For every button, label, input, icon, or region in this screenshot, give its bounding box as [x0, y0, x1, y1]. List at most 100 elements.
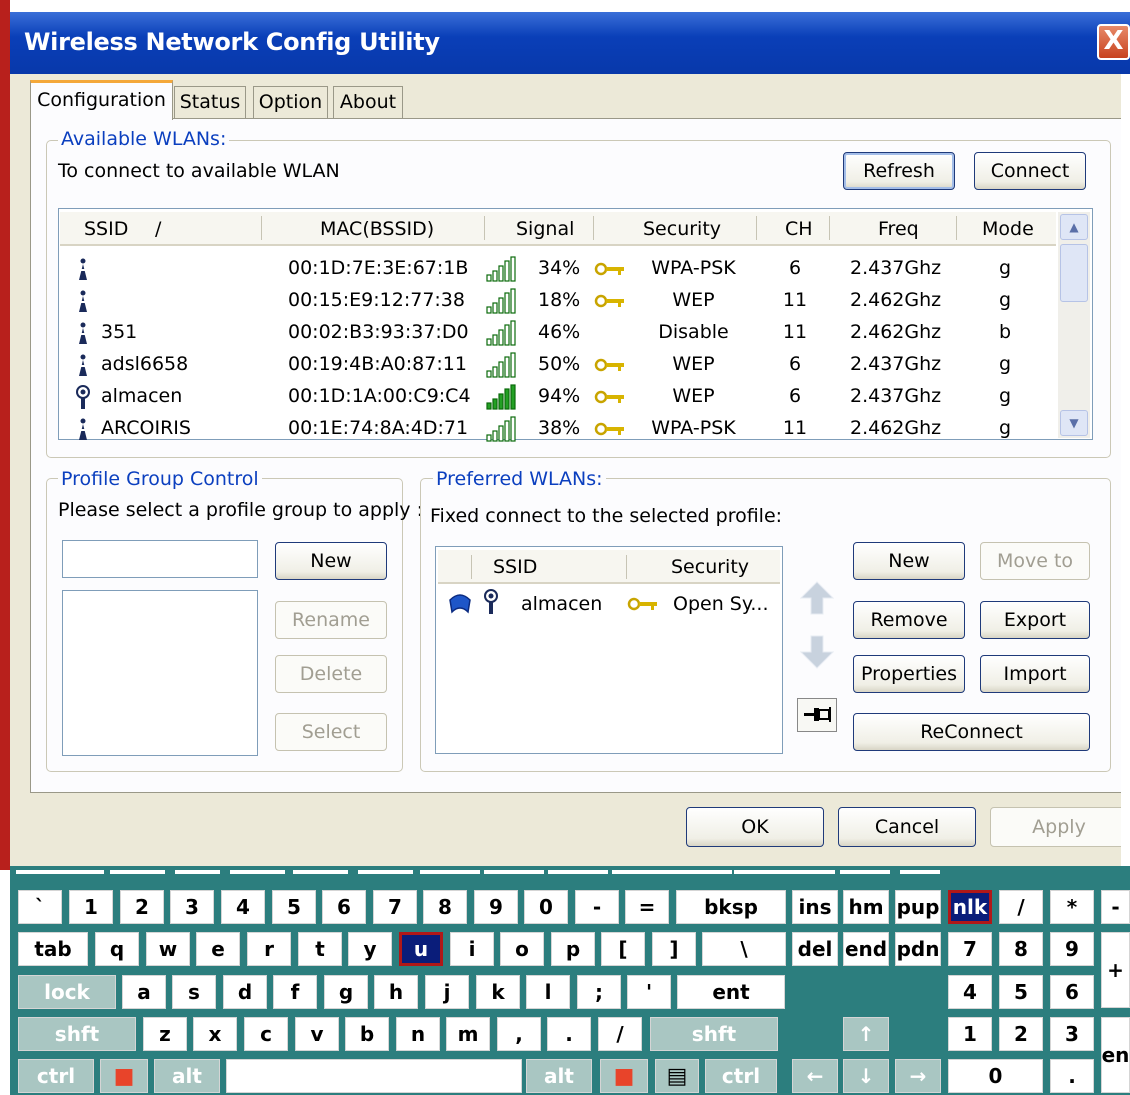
key-k[interactable]: k: [476, 975, 520, 1009]
key-,[interactable]: ,: [497, 1017, 541, 1051]
pref-col-security[interactable]: Security: [671, 556, 749, 578]
key-/[interactable]: /: [598, 1017, 642, 1051]
key-num-5[interactable]: 5: [999, 975, 1043, 1009]
key-v[interactable]: v: [295, 1017, 339, 1051]
key-left-alt[interactable]: alt: [154, 1059, 220, 1093]
pin-button[interactable]: [797, 698, 837, 732]
key--[interactable]: -: [575, 890, 619, 924]
pref-col-ssid[interactable]: SSID: [493, 556, 537, 578]
scroll-thumb[interactable]: [1060, 244, 1088, 302]
key-`[interactable]: `: [18, 890, 62, 924]
key-ins[interactable]: ins: [792, 890, 838, 924]
key-num-2[interactable]: 2: [999, 1017, 1043, 1051]
key-.[interactable]: .: [547, 1017, 591, 1051]
key-num-lock[interactable]: nlk: [948, 890, 992, 924]
key-arrow-right[interactable]: →: [895, 1059, 941, 1093]
tab-configuration[interactable]: Configuration: [30, 80, 173, 120]
key-2[interactable]: 2: [120, 890, 164, 924]
key-left-ctrl[interactable]: ctrl: [18, 1059, 94, 1093]
key-num-divide[interactable]: /: [999, 890, 1043, 924]
key-7[interactable]: 7: [373, 890, 417, 924]
key-r[interactable]: r: [247, 932, 291, 966]
cancel-button[interactable]: Cancel: [838, 807, 976, 847]
key-6[interactable]: 6: [322, 890, 366, 924]
key-f[interactable]: f: [273, 975, 317, 1009]
profile-group-list[interactable]: [62, 590, 258, 756]
key-z[interactable]: z: [143, 1017, 187, 1051]
key-num-0[interactable]: 0: [948, 1059, 1043, 1093]
key-'[interactable]: ': [627, 975, 671, 1009]
windows-key[interactable]: ■: [100, 1059, 148, 1093]
move-down-arrow-icon[interactable]: [797, 632, 837, 670]
key-;[interactable]: ;: [577, 975, 621, 1009]
key-o[interactable]: o: [500, 932, 544, 966]
key-arrow-left[interactable]: ←: [792, 1059, 838, 1093]
key-enter[interactable]: ent: [677, 975, 785, 1009]
key-e[interactable]: e: [196, 932, 240, 966]
key-num-decimal[interactable]: .: [1050, 1059, 1094, 1093]
key-t[interactable]: t: [298, 932, 342, 966]
key-p[interactable]: p: [551, 932, 595, 966]
tab-status[interactable]: Status: [174, 86, 246, 118]
scroll-up-button[interactable]: ▲: [1060, 214, 1088, 240]
key-s[interactable]: s: [172, 975, 216, 1009]
profile-rename-button[interactable]: Rename: [275, 601, 387, 639]
key-end[interactable]: end: [843, 932, 889, 966]
refresh-button[interactable]: Refresh: [843, 152, 955, 190]
move-to-button[interactable]: Move to: [980, 542, 1090, 580]
tab-option[interactable]: Option: [253, 86, 328, 118]
key-3[interactable]: 3: [170, 890, 214, 924]
key-num-9[interactable]: 9: [1050, 932, 1094, 966]
key-num-enter[interactable]: en: [1101, 1017, 1130, 1093]
move-up-arrow-icon[interactable]: [797, 580, 837, 616]
key-[[interactable]: [: [601, 932, 645, 966]
key-del[interactable]: del: [792, 932, 838, 966]
key-right-shift[interactable]: shft: [650, 1017, 778, 1051]
key-num-multiply[interactable]: *: [1050, 890, 1094, 924]
remove-button[interactable]: Remove: [853, 601, 965, 639]
profile-group-input[interactable]: [62, 540, 258, 578]
key-j[interactable]: j: [425, 975, 469, 1009]
key-9[interactable]: 9: [474, 890, 518, 924]
col-freq[interactable]: Freq: [878, 218, 919, 240]
key-hm[interactable]: hm: [843, 890, 889, 924]
tab-about[interactable]: About: [333, 86, 403, 118]
key-a[interactable]: a: [122, 975, 166, 1009]
profile-new-button[interactable]: New: [275, 542, 387, 580]
key-n[interactable]: n: [396, 1017, 440, 1051]
key-caps-lock[interactable]: lock: [18, 975, 116, 1009]
key-l[interactable]: l: [526, 975, 570, 1009]
key-num-plus[interactable]: +: [1101, 932, 1130, 1008]
key-i[interactable]: i: [450, 932, 494, 966]
key-b[interactable]: b: [345, 1017, 389, 1051]
scroll-down-button[interactable]: ▼: [1060, 410, 1088, 436]
col-signal[interactable]: Signal: [516, 218, 574, 240]
properties-button[interactable]: Properties: [853, 655, 965, 693]
key-d[interactable]: d: [223, 975, 267, 1009]
col-ssid[interactable]: SSID: [84, 218, 128, 240]
key-tab[interactable]: tab: [18, 932, 88, 966]
col-mac[interactable]: MAC(BSSID): [320, 218, 434, 240]
key-x[interactable]: x: [193, 1017, 237, 1051]
key-num-4[interactable]: 4: [948, 975, 992, 1009]
key-4[interactable]: 4: [221, 890, 265, 924]
key-arrow-down[interactable]: ↓: [843, 1059, 889, 1093]
key-num-8[interactable]: 8: [999, 932, 1043, 966]
import-button[interactable]: Import: [980, 655, 1090, 693]
key-right-ctrl[interactable]: ctrl: [705, 1059, 777, 1093]
connect-button[interactable]: Connect: [974, 152, 1086, 190]
col-channel[interactable]: CH: [785, 218, 813, 240]
key-q[interactable]: q: [95, 932, 139, 966]
preferred-new-button[interactable]: New: [853, 542, 965, 580]
key-pup[interactable]: pup: [895, 890, 941, 924]
key-0[interactable]: 0: [524, 890, 568, 924]
key-backslash[interactable]: \: [702, 932, 786, 966]
key-arrow-up[interactable]: ↑: [843, 1017, 889, 1051]
key-c[interactable]: c: [244, 1017, 288, 1051]
key-][interactable]: ]: [652, 932, 696, 966]
col-security[interactable]: Security: [643, 218, 721, 240]
key-num-3[interactable]: 3: [1050, 1017, 1094, 1051]
apply-button[interactable]: Apply: [990, 807, 1128, 847]
key-space[interactable]: [226, 1059, 522, 1093]
key-5[interactable]: 5: [272, 890, 316, 924]
